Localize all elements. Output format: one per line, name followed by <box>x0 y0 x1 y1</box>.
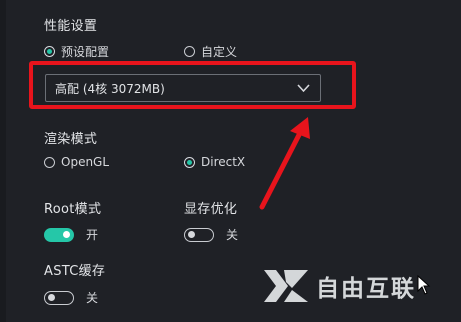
radio-indicator <box>184 46 195 57</box>
vram-opt-state: 关 <box>226 228 239 242</box>
highlight-box: 高配 (4核 3072MB) <box>29 61 356 109</box>
root-mode-title: Root模式 <box>44 202 102 217</box>
vram-opt-toggle[interactable] <box>184 227 214 242</box>
watermark: 自由互联 <box>262 262 461 310</box>
watermark-x-logo-icon <box>264 270 308 302</box>
vram-opt-row: 关 <box>184 226 238 243</box>
radio-indicator <box>184 156 195 168</box>
radio-label: 自定义 <box>201 45 238 59</box>
astc-cache-state: 关 <box>86 291 99 305</box>
chevron-down-icon <box>297 84 310 93</box>
root-mode-state: 开 <box>86 228 99 242</box>
radio-indicator <box>44 156 55 168</box>
preset-select-value: 高配 (4核 3072MB) <box>55 81 165 96</box>
annotation-arrow-icon <box>259 117 310 210</box>
radio-label: 预设配置 <box>61 45 110 59</box>
radio-directx[interactable]: DirectX <box>184 155 245 169</box>
radio-label: OpenGL <box>61 155 110 169</box>
radio-custom[interactable]: 自定义 <box>184 43 237 60</box>
performance-section-title: 性能设置 <box>44 19 98 34</box>
astc-cache-title: ASTC缓存 <box>44 264 106 279</box>
left-scroll-strip <box>0 0 6 322</box>
preset-select[interactable]: 高配 (4核 3072MB) <box>45 74 321 102</box>
settings-panel: 性能设置 预设配置 自定义 高配 (4核 3072MB) 渲染模式 OpenGL… <box>0 0 461 322</box>
mouse-cursor-icon <box>417 275 431 295</box>
radio-opengl[interactable]: OpenGL <box>44 155 109 169</box>
vram-opt-title: 显存优化 <box>184 202 238 217</box>
astc-cache-toggle[interactable] <box>44 290 74 305</box>
watermark-text: 自由互联 <box>316 276 416 302</box>
radio-indicator <box>44 46 55 57</box>
root-mode-toggle[interactable] <box>44 227 74 242</box>
render-section-title: 渲染模式 <box>44 132 98 147</box>
root-mode-row: 开 <box>44 226 98 243</box>
radio-preset-config[interactable]: 预设配置 <box>44 43 109 60</box>
astc-cache-row: 关 <box>44 289 98 306</box>
radio-label: DirectX <box>201 155 246 169</box>
